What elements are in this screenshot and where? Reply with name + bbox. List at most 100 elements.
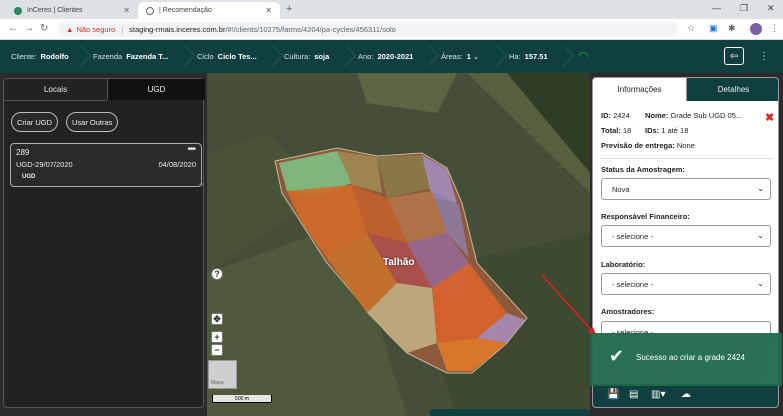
chevron-separator [486, 45, 508, 67]
pan-button[interactable]: ✥ [211, 313, 223, 325]
ciclo-value: Ciclo Tes... [217, 52, 257, 61]
more-menu-button[interactable]: ⋮ [754, 47, 774, 65]
save-icon[interactable]: 💾 [607, 389, 619, 400]
total-value: 18 [622, 126, 632, 135]
more-options-icon[interactable]: ••• [187, 144, 195, 155]
chevron-separator [262, 45, 284, 67]
url-path: /#!/clients/10275/farms/4204/pa-cycles/4… [225, 25, 396, 34]
close-window-icon[interactable]: ✕ [767, 3, 775, 14]
zoom-in-button[interactable]: + [211, 331, 223, 343]
map-canvas [207, 73, 590, 416]
header-cliente[interactable]: Cliente: Rodolfo [11, 52, 69, 61]
ciclo-label: Ciclo [197, 52, 214, 61]
status-label: Status da Amostragem: [601, 165, 685, 174]
move-icon: ✥ [213, 313, 221, 324]
responsavel-select[interactable]: - selecione - ⌄ [601, 225, 771, 247]
zoom-in-icon: + [214, 332, 220, 342]
close-icon[interactable]: ✖ [765, 111, 774, 124]
browser-tab-title: InCeres | Clientes [27, 7, 83, 14]
new-tab-icon[interactable]: + [286, 3, 292, 15]
help-button[interactable]: ? [211, 268, 223, 280]
previsao-value: None [676, 141, 695, 150]
nome-value: Grade Sub UGD 05... [670, 111, 743, 120]
collapse-panel-icon[interactable]: « [199, 179, 204, 189]
zoom-out-button[interactable]: − [211, 344, 223, 356]
ha-label: Ha: [509, 52, 521, 61]
ugd-date: 04/08/2020 [158, 160, 196, 169]
tab-informacoes[interactable]: Informações [593, 78, 687, 101]
ugd-id: 289 [16, 148, 30, 157]
total-label: Total: [601, 126, 621, 135]
criar-ugd-button[interactable]: Criar UGD [11, 112, 58, 132]
tab-detalhes[interactable]: Detalhes [687, 78, 778, 101]
extensions-icon[interactable]: ✱ [728, 23, 736, 34]
grid-previsao: Previsão de entrega: None [601, 141, 695, 150]
header-ciclo[interactable]: Ciclo Ciclo Tes... [197, 52, 257, 61]
bottom-panel-tab[interactable] [430, 409, 590, 416]
grid-id: ID: 2424 [601, 111, 630, 120]
basemap-thumbnail[interactable]: Mapa [208, 360, 237, 389]
export-file-icon[interactable]: ▥▾ [651, 389, 665, 400]
ugd-badge: UGD [22, 174, 36, 180]
responsavel-value: - selecione - [612, 231, 653, 241]
chevron-separator [174, 45, 196, 67]
url-host: staging-rmais.inceres.com.br [129, 25, 226, 34]
warning-icon: ▲ [66, 25, 74, 34]
browser-tab-title: | Recomendação [159, 7, 212, 14]
globe-icon [146, 6, 154, 15]
reload-icon[interactable]: ↻ [40, 23, 48, 34]
browser-tab-bar: InCeres | Clientes ✕ | Recomendação ✕ + … [0, 0, 783, 19]
back-button[interactable]: ⇦ [724, 47, 744, 65]
map-view[interactable]: Talhão [207, 73, 590, 416]
browser-tab-recomendacao[interactable]: | Recomendação ✕ [138, 2, 280, 19]
menu-icon: ⋮ [759, 50, 769, 62]
separator: | [121, 25, 124, 34]
tab-locais[interactable]: Locais [4, 79, 107, 100]
header-ano: Ano: 2020-2021 [358, 52, 413, 61]
scale-bar: 500 m [212, 395, 272, 403]
forward-arrow-icon[interactable]: → [24, 23, 34, 34]
translate-icon[interactable]: ▣ [709, 23, 718, 34]
chevron-down-icon: ⌄ [757, 231, 764, 240]
address-bar[interactable]: ▲ Não seguro | staging-rmais.inceres.com… [58, 22, 678, 37]
usar-outras-button[interactable]: Usar Outras [66, 112, 119, 132]
back-arrow-icon[interactable]: ← [8, 23, 18, 34]
header-fazenda[interactable]: Fazenda Fazenda T... [93, 52, 168, 61]
ano-label: Ano: [358, 52, 374, 61]
id-value: 2424 [613, 111, 630, 120]
divider [600, 158, 773, 159]
chevron-separator [553, 45, 575, 67]
chevron-down-icon: ⌄ [757, 279, 764, 288]
status-value: Nova [612, 184, 630, 194]
id-label: ID: [601, 111, 611, 120]
cliente-value: Rodolfo [40, 52, 69, 61]
cultura-label: Cultura: [284, 52, 311, 61]
header-areas[interactable]: Áreas: 1 ⌄ [441, 52, 479, 61]
laboratorio-label: Laboratório: [601, 260, 646, 269]
close-tab-icon[interactable]: ✕ [123, 6, 130, 15]
close-tab-icon[interactable]: ✕ [265, 6, 272, 15]
security-label: Não seguro [76, 25, 116, 34]
ugd-name: UGD-29/07/2020 [16, 160, 73, 169]
grid-total: Total: 18 [601, 126, 631, 135]
chevron-separator [70, 45, 92, 67]
maximize-icon[interactable]: ❐ [740, 3, 748, 14]
chevron-down-icon: ⌄ [472, 52, 480, 61]
browser-toolbar: ← → ↻ ▲ Não seguro | staging-rmais.incer… [0, 19, 783, 40]
status-select[interactable]: Nova ⌄ [601, 178, 771, 200]
menu-icon[interactable]: ⋮ [770, 23, 779, 34]
minimize-icon[interactable]: — [712, 3, 721, 13]
profile-avatar[interactable] [750, 23, 762, 35]
fazenda-value: Fazenda T... [126, 52, 169, 61]
field-label: Talhão [383, 257, 415, 268]
tab-ugd[interactable]: UGD [107, 79, 205, 100]
cloud-upload-icon[interactable]: ☁ [681, 389, 691, 400]
success-toast[interactable]: ✔ Sucesso ao criar a grade 2424 [590, 333, 782, 386]
browser-tab-clientes[interactable]: InCeres | Clientes ✕ [6, 2, 138, 19]
help-icon: ? [214, 269, 220, 279]
excel-icon[interactable]: ▤ [629, 389, 638, 400]
ugd-card[interactable]: 289 ••• UGD-29/07/2020 04/08/2020 UGD [10, 143, 202, 187]
star-icon[interactable]: ☆ [687, 23, 695, 34]
laboratorio-select[interactable]: - selecione - ⌄ [601, 273, 771, 295]
ids-value: 1 até 18 [661, 126, 689, 135]
